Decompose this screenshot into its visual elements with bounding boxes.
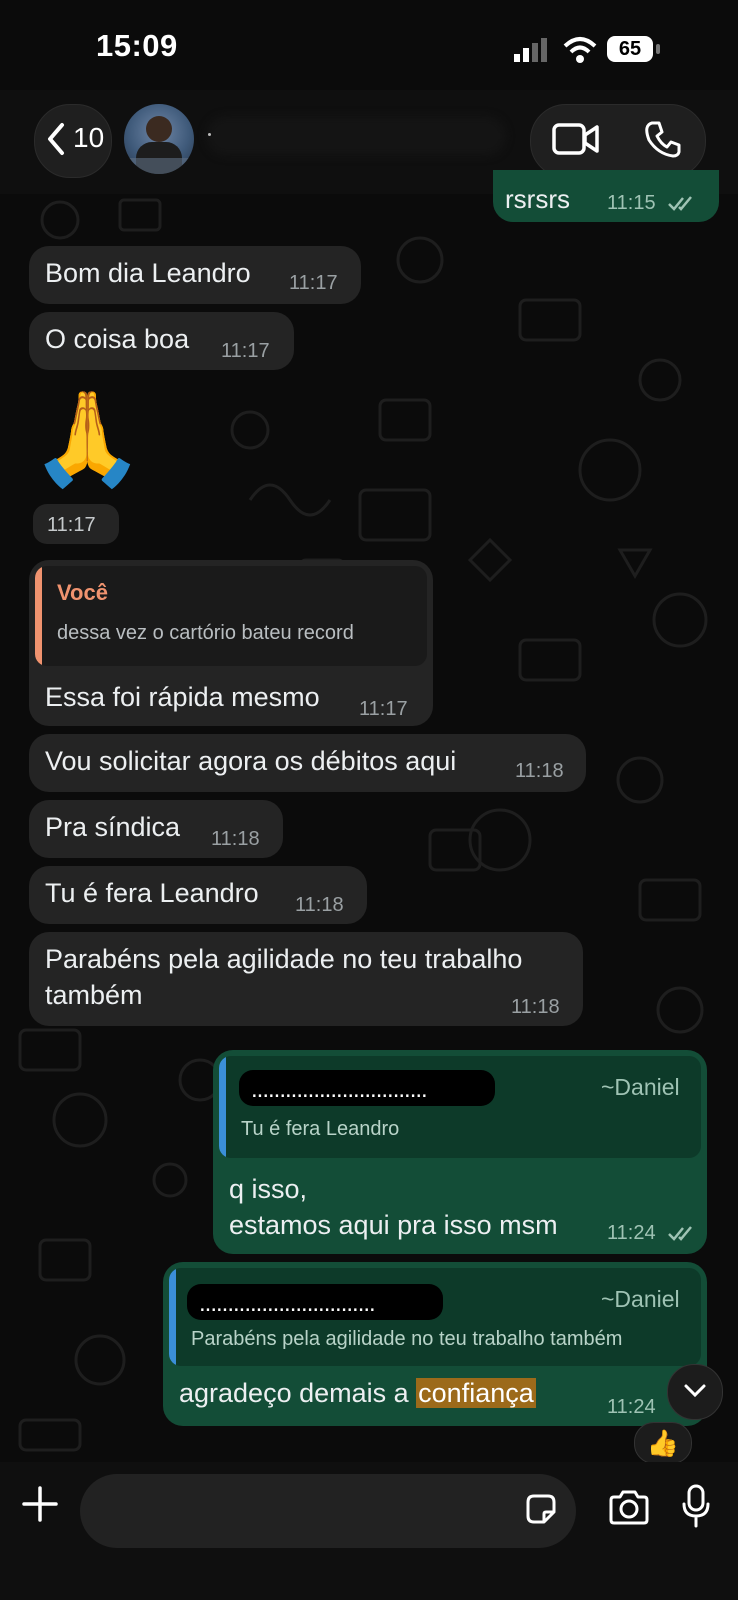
message-time: 11:24 (607, 1222, 656, 1244)
message-incoming-reply[interactable]: Você dessa vez o cartório bateu record E… (29, 560, 433, 726)
message-text-line-1: Parabéns pela agilidade no teu trabalho (45, 944, 523, 974)
message-time: 11:17 (359, 698, 408, 720)
read-receipt-icon (668, 1226, 692, 1241)
read-receipt-icon (668, 196, 692, 211)
message-outgoing-partial[interactable]: rsrsrs 11:15 (493, 170, 719, 222)
search-highlight: confiança (416, 1378, 536, 1408)
status-time: 15:09 (96, 28, 178, 63)
quote-author: ~Daniel (601, 1286, 680, 1312)
battery-cap (656, 44, 660, 54)
plus-icon[interactable] (22, 1486, 58, 1522)
quoted-message[interactable]: Você dessa vez o cartório bateu record (35, 566, 427, 666)
cellular-signal-icon (514, 38, 547, 62)
quote-accent-bar (169, 1268, 176, 1366)
message-text-line-1: q isso, (229, 1174, 308, 1204)
reaction-badge[interactable]: 👍 (634, 1422, 692, 1464)
quote-text: Tu é fera Leandro (241, 1118, 400, 1140)
redacted-sender: ............................... (187, 1284, 443, 1320)
message-time: 11:17 (221, 340, 270, 362)
message-text-line-2: também (45, 980, 143, 1010)
microphone-icon[interactable] (682, 1484, 710, 1528)
battery-level: 65 (618, 38, 642, 60)
message-text-line-2: estamos aqui pra isso msm (229, 1210, 558, 1240)
message-text: rsrsrs (505, 184, 570, 214)
quote-author: Você (57, 580, 108, 605)
message-time: 11:18 (515, 760, 564, 782)
message-outgoing-reply[interactable]: ............................... ~Daniel … (163, 1262, 707, 1426)
phone-icon[interactable] (644, 120, 682, 158)
message-incoming[interactable]: Bom dia Leandro 11:17 (29, 246, 361, 304)
wifi-icon (563, 37, 597, 63)
message-time: 11:24 (607, 1396, 656, 1418)
emoji-message[interactable]: 🙏 (30, 384, 145, 494)
message-text: agradeço demais a confiança (179, 1378, 536, 1408)
avatar[interactable] (124, 104, 194, 174)
quote-author: ~Daniel (601, 1074, 680, 1100)
video-call-icon[interactable] (552, 122, 600, 156)
sticker-icon[interactable] (524, 1492, 558, 1526)
quote-text: dessa vez o cartório bateu record (57, 622, 354, 644)
redacted-sender: ............................... (239, 1070, 495, 1106)
quote-accent-bar (35, 566, 42, 666)
quoted-message[interactable]: ............................... ~Daniel … (169, 1268, 701, 1366)
message-text: Pra síndica (45, 812, 181, 842)
unread-count[interactable]: 10 (73, 122, 104, 154)
chevron-down-icon (684, 1384, 706, 1398)
message-time: 11:17 (47, 514, 96, 536)
message-input[interactable] (80, 1474, 576, 1548)
quoted-message[interactable]: ............................... ~Daniel … (219, 1056, 701, 1158)
message-incoming[interactable]: Vou solicitar agora os débitos aqui 11:1… (29, 734, 586, 792)
message-text: Vou solicitar agora os débitos aqui (45, 746, 457, 776)
back-chevron-icon[interactable] (46, 122, 66, 156)
message-incoming[interactable]: Pra síndica 11:18 (29, 800, 283, 858)
message-time: 11:15 (607, 192, 656, 214)
scroll-to-bottom-button[interactable] (667, 1364, 723, 1420)
message-text: Bom dia Leandro (45, 258, 251, 288)
message-text: O coisa boa (45, 324, 190, 354)
message-text: Tu é fera Leandro (45, 878, 259, 908)
message-time: 11:18 (511, 996, 560, 1018)
message-incoming[interactable]: O coisa boa 11:17 (29, 312, 294, 370)
message-time: 11:18 (211, 828, 260, 850)
message-incoming[interactable]: Tu é fera Leandro 11:18 (29, 866, 367, 924)
message-text: Essa foi rápida mesmo (45, 682, 320, 712)
name-dot (208, 133, 211, 136)
camera-icon[interactable] (608, 1490, 650, 1526)
message-outgoing-reply[interactable]: ............................... ~Daniel … (213, 1050, 707, 1254)
contact-name-redacted[interactable] (206, 116, 506, 156)
message-time: 11:18 (295, 894, 344, 916)
message-time: 11:17 (289, 272, 338, 294)
quote-text: Parabéns pela agilidade no teu trabalho … (191, 1328, 623, 1350)
quote-accent-bar (219, 1056, 226, 1158)
message-incoming[interactable]: Parabéns pela agilidade no teu trabalho … (29, 932, 583, 1026)
emoji-time-badge: 11:17 (33, 504, 119, 544)
